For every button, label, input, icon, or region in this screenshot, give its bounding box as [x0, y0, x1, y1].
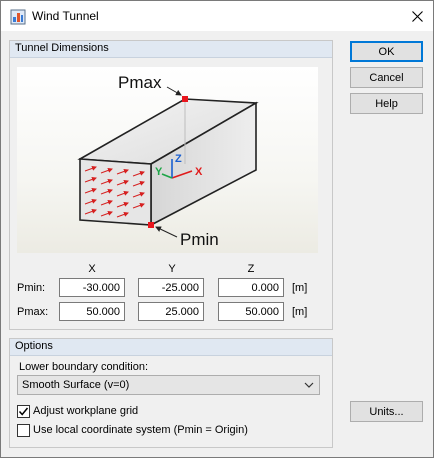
options-group: Options Lower boundary condition: Smooth…: [9, 338, 333, 448]
chevron-down-icon: [304, 382, 314, 388]
app-icon: [10, 9, 26, 25]
pmax-z-field[interactable]: [218, 302, 284, 321]
pmin-x-field[interactable]: [59, 278, 125, 297]
adjust-workplane-label: Adjust workplane grid: [33, 405, 139, 417]
wind-tunnel-dialog: Wind Tunnel Tunnel Dimensions X Z Y Pmax…: [0, 0, 434, 458]
column-y-header: Y: [168, 263, 176, 275]
ok-button[interactable]: OK: [350, 41, 423, 62]
pmax-y-field[interactable]: [138, 302, 204, 321]
help-button[interactable]: Help: [350, 93, 423, 114]
adjust-workplane-checkbox[interactable]: [17, 405, 30, 418]
local-coord-label: Use local coordinate system (Pmin = Orig…: [33, 424, 248, 436]
pmin-row-label: Pmin:: [17, 282, 46, 294]
tunnel-illustration: X Z Y Pmax Pmin: [17, 67, 318, 253]
units-button[interactable]: Units...: [350, 401, 423, 422]
lower-boundary-select[interactable]: Smooth Surface (v=0): [17, 375, 320, 395]
local-coord-checkbox[interactable]: [17, 424, 30, 437]
pmax-label: Pmax: [118, 73, 162, 92]
axis-z-label: Z: [175, 153, 182, 165]
pmax-marker: [182, 96, 188, 102]
pmin-marker: [148, 222, 154, 228]
axis-y-label: Y: [155, 166, 163, 178]
pmax-unit: [m]: [292, 306, 308, 318]
adjust-workplane-checkbox-row[interactable]: Adjust workplane grid: [17, 404, 317, 420]
column-x-header: X: [88, 263, 96, 275]
pmax-row-label: Pmax:: [17, 306, 49, 318]
tunnel-box-diagram: X Z Y Pmax Pmin: [77, 73, 259, 249]
title-bar: Wind Tunnel: [1, 1, 433, 31]
checkmark-icon: [18, 407, 29, 416]
pmin-z-field[interactable]: [218, 278, 284, 297]
local-coord-checkbox-row[interactable]: Use local coordinate system (Pmin = Orig…: [17, 423, 317, 439]
pmin-unit: [m]: [292, 282, 308, 294]
close-button[interactable]: [405, 4, 429, 28]
close-icon: [411, 10, 423, 22]
column-z-header: Z: [247, 263, 255, 275]
lower-boundary-value: Smooth Surface (v=0): [22, 379, 130, 391]
cancel-button[interactable]: Cancel: [350, 67, 423, 88]
pmax-x-field[interactable]: [59, 302, 125, 321]
window-title: Wind Tunnel: [32, 9, 99, 23]
options-title: Options: [15, 340, 53, 352]
tunnel-dimensions-group: Tunnel Dimensions X Z Y Pmax Pmin X Y Z …: [9, 40, 333, 330]
pmin-y-field[interactable]: [138, 278, 204, 297]
lower-boundary-label: Lower boundary condition:: [19, 361, 149, 373]
axis-x-label: X: [195, 166, 203, 178]
pmin-label: Pmin: [180, 230, 219, 249]
tunnel-dimensions-title: Tunnel Dimensions: [15, 42, 109, 54]
